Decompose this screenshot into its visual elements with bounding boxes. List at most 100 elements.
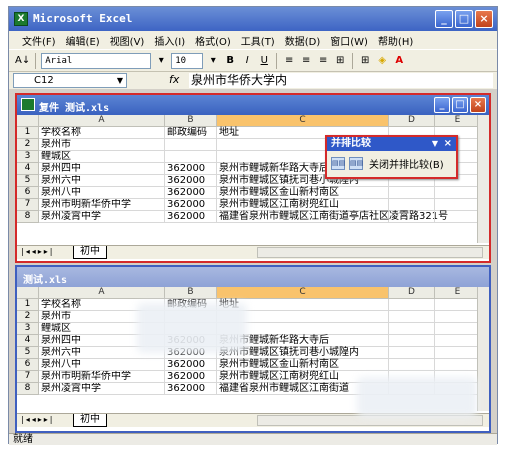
table-cell[interactable]: 362000 (165, 359, 217, 371)
table-cell[interactable]: 362000 (165, 383, 217, 395)
table-cell[interactable] (435, 359, 481, 371)
select-all-corner[interactable] (17, 287, 39, 299)
row-header[interactable]: 3 (17, 323, 39, 335)
table-cell[interactable] (389, 347, 435, 359)
underline-button[interactable]: U (257, 53, 271, 69)
column-header[interactable]: A (39, 287, 165, 299)
chevron-down-icon[interactable]: ▼ (432, 137, 438, 150)
row-header[interactable]: 3 (17, 151, 39, 163)
menu-item[interactable]: 格式(O) (192, 33, 234, 48)
align-center-icon[interactable]: ≡ (299, 53, 313, 69)
name-box[interactable]: C12 ▼ (13, 73, 127, 88)
row-header[interactable]: 7 (17, 371, 39, 383)
table-cell[interactable] (389, 335, 435, 347)
minimize-button[interactable]: _ (434, 97, 450, 113)
table-cell[interactable] (389, 211, 435, 223)
menu-item[interactable]: 数据(D) (282, 33, 324, 48)
vertical-scrollbar[interactable] (477, 115, 489, 243)
table-cell[interactable]: 泉州凌霄中学 (39, 383, 165, 395)
table-cell[interactable] (435, 347, 481, 359)
close-compare-button[interactable]: 关闭并排比较(B) (367, 155, 446, 172)
compare-toolbar-title[interactable]: 并排比较 ▼ × (327, 137, 456, 151)
table-cell[interactable] (165, 139, 217, 151)
title-bar[interactable]: X Microsoft Excel _ □ × (9, 7, 497, 31)
bold-button[interactable]: B (223, 53, 237, 69)
reset-window-position-icon[interactable]: ▤▤ (349, 157, 363, 170)
column-header[interactable]: E (435, 287, 481, 299)
workbook-title-bar[interactable]: 复件 测试.xls _ □ × (17, 95, 489, 115)
table-cell[interactable] (435, 335, 481, 347)
fill-color-icon[interactable]: ◈ (375, 53, 389, 69)
workbook-title-bar[interactable]: 测试.xls (17, 267, 489, 287)
font-color-button[interactable]: A (392, 53, 406, 69)
sheet-nav-icons[interactable]: |◂◂▸▸| (21, 415, 54, 424)
table-cell[interactable] (435, 299, 481, 311)
table-cell[interactable]: 泉州四中 (39, 163, 165, 175)
chevron-down-icon[interactable]: ▾ (154, 53, 168, 69)
row-header[interactable]: 1 (17, 127, 39, 139)
sheet-nav-icons[interactable]: |◂◂▸▸| (21, 247, 54, 256)
minimize-button[interactable]: _ (435, 10, 453, 28)
maximize-button[interactable]: □ (455, 10, 473, 28)
table-cell[interactable]: 362000 (165, 371, 217, 383)
table-cell[interactable]: 邮政编码 (165, 127, 217, 139)
row-header[interactable]: 4 (17, 163, 39, 175)
table-cell[interactable] (435, 311, 481, 323)
menu-item[interactable]: 窗口(W) (327, 33, 371, 48)
table-cell[interactable]: 泉州市明新华侨中学 (39, 371, 165, 383)
table-cell[interactable]: 泉州八中 (39, 187, 165, 199)
menu-item[interactable]: 编辑(E) (63, 33, 103, 48)
table-cell[interactable]: 学校名称 (39, 127, 165, 139)
row-header[interactable]: 7 (17, 199, 39, 211)
row-header[interactable]: 2 (17, 311, 39, 323)
table-cell[interactable] (389, 323, 435, 335)
table-cell[interactable]: 泉州六中 (39, 175, 165, 187)
menu-item[interactable]: 视图(V) (107, 33, 148, 48)
table-cell[interactable] (389, 187, 435, 199)
menu-item[interactable]: 插入(I) (151, 33, 188, 48)
row-header[interactable]: 5 (17, 175, 39, 187)
table-cell[interactable]: 泉州市鲤城区金山新村南区 (217, 187, 389, 199)
font-size-select[interactable]: 10 (171, 52, 204, 69)
table-cell[interactable]: 福建省泉州市鲤城区江南街道亭店社区凌霄路321号 (217, 211, 448, 223)
synchronous-scroll-icon[interactable]: ▤▤ (331, 157, 345, 170)
column-header[interactable]: B (165, 115, 217, 127)
table-cell[interactable] (435, 323, 481, 335)
row-header[interactable]: 6 (17, 187, 39, 199)
italic-button[interactable]: I (240, 53, 254, 69)
table-cell[interactable]: 泉州八中 (39, 359, 165, 371)
sort-ascending-button[interactable]: A↓ (15, 53, 30, 69)
sheet-tab[interactable]: 初中 (73, 414, 107, 427)
table-cell[interactable] (389, 199, 435, 211)
font-name-select[interactable]: Arial (41, 52, 152, 69)
fx-icon[interactable]: fx (169, 73, 179, 86)
column-header[interactable]: D (389, 115, 435, 127)
formula-input[interactable]: 泉州市华侨大学内 (189, 73, 493, 88)
table-cell[interactable]: 362000 (165, 163, 217, 175)
table-cell[interactable] (435, 211, 481, 223)
table-cell[interactable] (165, 151, 217, 163)
row-header[interactable]: 2 (17, 139, 39, 151)
column-header[interactable]: B (165, 287, 217, 299)
column-header[interactable]: D (389, 287, 435, 299)
chevron-down-icon[interactable]: ▾ (206, 53, 220, 69)
vertical-scrollbar[interactable] (477, 287, 489, 411)
align-right-icon[interactable]: ≡ (316, 53, 330, 69)
table-cell[interactable] (389, 311, 435, 323)
table-cell[interactable] (389, 359, 435, 371)
menu-item[interactable]: 文件(F) (19, 33, 59, 48)
column-header[interactable]: C (217, 115, 389, 127)
table-cell[interactable]: 362000 (165, 187, 217, 199)
menu-item[interactable]: 工具(T) (238, 33, 278, 48)
table-cell[interactable] (435, 187, 481, 199)
align-left-icon[interactable]: ≡ (282, 53, 296, 69)
table-cell[interactable]: 362000 (165, 199, 217, 211)
table-cell[interactable]: 泉州凌霄中学 (39, 211, 165, 223)
row-header[interactable]: 8 (17, 383, 39, 395)
row-header[interactable]: 6 (17, 359, 39, 371)
column-header[interactable]: A (39, 115, 165, 127)
merge-center-icon[interactable]: ⊞ (333, 53, 347, 69)
row-header[interactable]: 5 (17, 347, 39, 359)
table-cell[interactable]: 泉州市明新华侨中学 (39, 199, 165, 211)
table-cell[interactable] (435, 199, 481, 211)
